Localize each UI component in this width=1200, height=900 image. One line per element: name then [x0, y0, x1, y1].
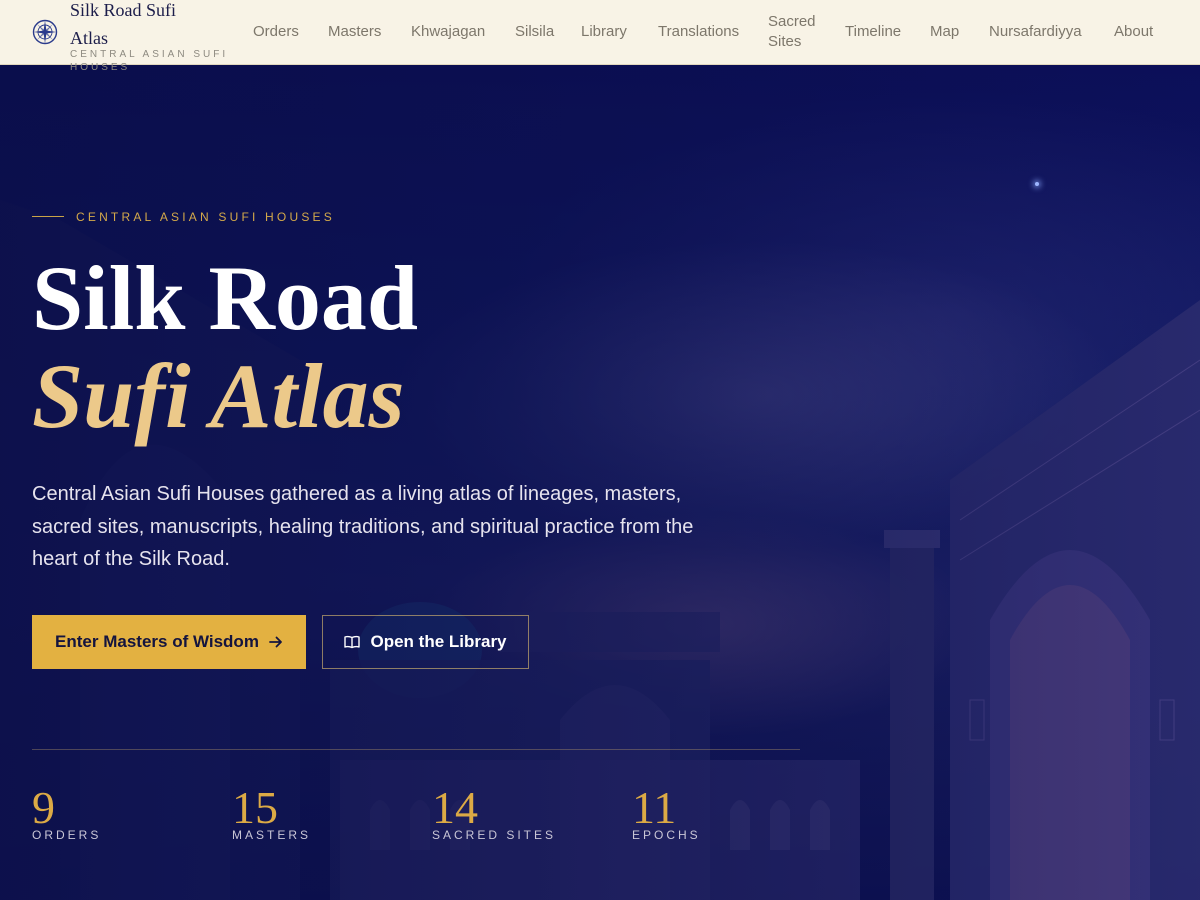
- arrow-right-icon: [269, 636, 282, 648]
- nav-link-translations[interactable]: Translations: [658, 22, 739, 42]
- nav-link-silsila[interactable]: Silsila: [515, 22, 554, 42]
- top-navigation: Silk Road Sufi Atlas CENTRAL ASIAN SUFI …: [0, 0, 1200, 73]
- stat-label: MASTERS: [232, 828, 312, 842]
- nav-link-masters[interactable]: Masters: [328, 22, 381, 42]
- nav-link-timeline[interactable]: Timeline: [845, 22, 901, 42]
- stat-orders: 9 ORDERS: [32, 782, 222, 842]
- stat-value: 15: [232, 782, 278, 833]
- nav-link-map[interactable]: Map: [930, 22, 959, 42]
- eyebrow-rule: [32, 216, 64, 217]
- stat-sacred-sites: 14 SACRED SITES: [432, 782, 622, 842]
- hero-description: Central Asian Sufi Houses gathered as a …: [32, 483, 694, 570]
- nav-link-khwajagan[interactable]: Khwajagan: [411, 22, 485, 42]
- star-sparkle: [1035, 182, 1039, 186]
- nav-link-about[interactable]: About: [1114, 22, 1153, 42]
- stat-label: SACRED SITES: [432, 828, 557, 842]
- open-library-button[interactable]: Open the Library: [322, 615, 529, 669]
- nav-link-sacred-sites[interactable]: Sacred Sites: [768, 12, 828, 52]
- brand-title[interactable]: Silk Road Sufi Atlas: [70, 0, 210, 52]
- nav-link-nursafardiyya[interactable]: Nursafardiyya: [989, 22, 1082, 42]
- stat-value: 11: [632, 782, 677, 833]
- stat-label: ORDERS: [32, 828, 102, 842]
- hero-eyebrow: CENTRAL ASIAN SUFI HOUSES: [76, 210, 335, 224]
- stat-label: EPOCHS: [632, 828, 701, 842]
- compass-rose-icon[interactable]: [32, 19, 58, 45]
- stat-value: 14: [432, 782, 478, 833]
- nav-link-orders[interactable]: Orders: [253, 22, 299, 42]
- stat-epochs: 11 EPOCHS: [632, 782, 822, 842]
- open-library-button-label: Open the Library: [370, 632, 507, 651]
- enter-masters-button[interactable]: Enter Masters of Wisdom: [32, 615, 306, 669]
- brand-subtitle: CENTRAL ASIAN SUFI HOUSES: [70, 49, 229, 73]
- stat-value: 9: [32, 782, 55, 833]
- hero-title-line-2: Sufi Atlas: [32, 345, 405, 447]
- open-book-icon: [344, 635, 361, 649]
- stat-masters: 15 MASTERS: [232, 782, 422, 842]
- stats-divider: [32, 749, 800, 750]
- enter-masters-button-label: Enter Masters of Wisdom: [55, 632, 259, 651]
- nav-link-library[interactable]: Library: [581, 22, 627, 42]
- hero-title-line-1: Silk Road: [32, 247, 419, 349]
